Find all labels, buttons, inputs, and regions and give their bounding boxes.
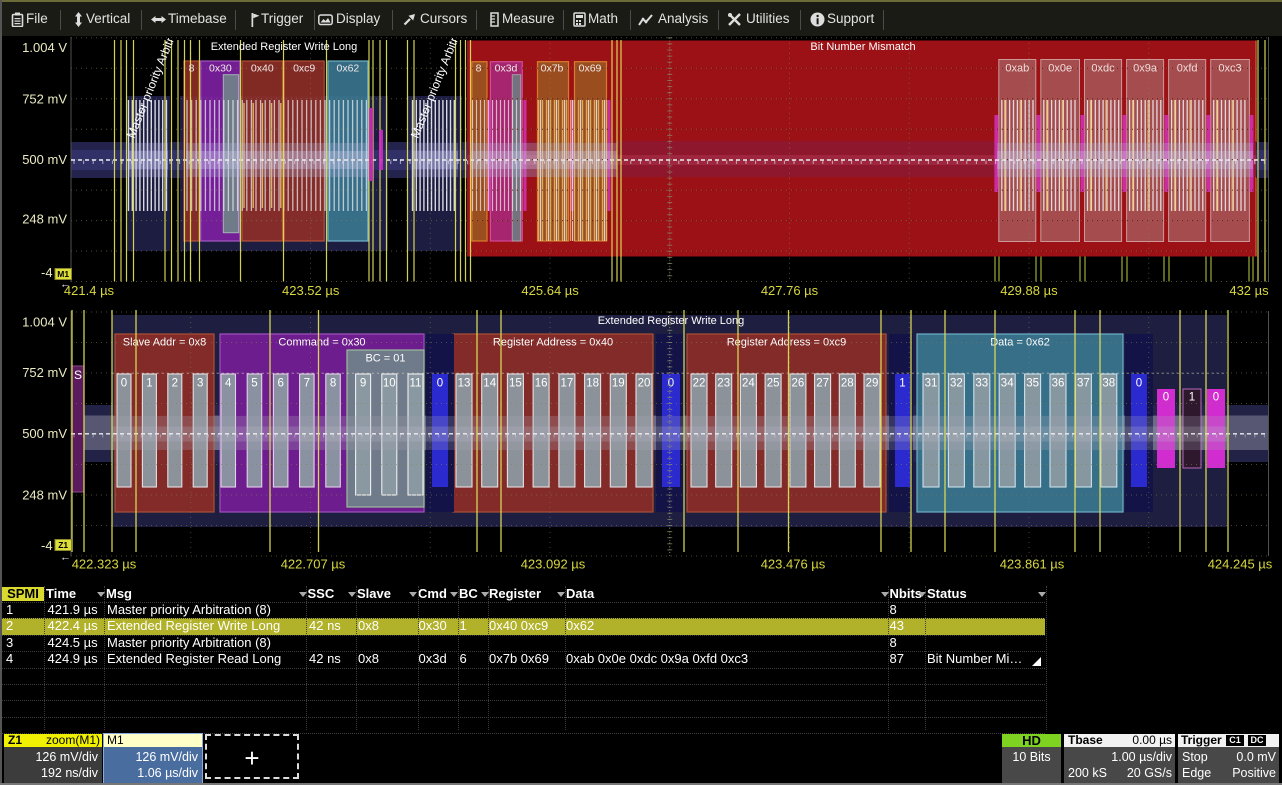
svg-text:16: 16 [535,378,548,390]
svg-text:4: 4 [225,378,232,390]
svg-text:0: 0 [1213,392,1219,404]
svg-text:14: 14 [483,378,496,390]
svg-text:0x69: 0x69 [579,63,602,75]
svg-text:26: 26 [792,378,805,390]
svg-text:19: 19 [612,378,625,390]
svg-text:1.004 V: 1.004 V [22,40,67,55]
svg-text:1: 1 [146,378,152,390]
svg-text:Bit Number Mismatch: Bit Number Mismatch [810,41,915,53]
svg-text:752 mV: 752 mV [22,92,67,107]
svg-text:500 mV: 500 mV [22,152,67,167]
svg-text:421.4 µs: 421.4 µs [64,283,115,298]
svg-text:423.476 µs: 423.476 µs [761,557,826,572]
svg-text:422.323 µs: 422.323 µs [72,557,137,572]
svg-text:8: 8 [330,378,336,390]
svg-text:0xc9: 0xc9 [293,63,315,75]
svg-text:248 mV: 248 mV [22,212,67,227]
svg-text:25: 25 [767,378,780,390]
svg-text:0x62: 0x62 [337,63,360,75]
svg-text:423.092 µs: 423.092 µs [521,557,586,572]
svg-text:33: 33 [975,378,988,390]
svg-text:9: 9 [360,378,366,390]
svg-text:32: 32 [950,378,963,390]
svg-text:10: 10 [383,378,396,390]
svg-text:37: 37 [1077,378,1090,390]
svg-text:427.76 µs: 427.76 µs [761,283,819,298]
svg-text:429.88 µs: 429.88 µs [1000,283,1058,298]
svg-text:0x40: 0x40 [251,63,274,75]
svg-text:13: 13 [458,378,471,390]
svg-text:8: 8 [189,63,195,75]
svg-text:S: S [74,368,82,382]
svg-text:0x30: 0x30 [209,63,232,75]
svg-text:BC = 01: BC = 01 [365,353,405,365]
svg-text:423.861 µs: 423.861 µs [1000,557,1065,572]
svg-text:←: ← [60,552,71,564]
svg-text:0xdc: 0xdc [1091,63,1115,75]
svg-text:1: 1 [899,378,905,390]
svg-text:20: 20 [638,378,651,390]
svg-text:18: 18 [586,378,599,390]
svg-text:8: 8 [476,63,482,75]
svg-text:23: 23 [717,378,730,390]
svg-text:424.245 µs: 424.245 µs [1208,557,1273,572]
svg-text:432 µs: 432 µs [1229,283,1269,298]
svg-text:22: 22 [693,378,706,390]
svg-text:500 mV: 500 mV [22,426,67,441]
svg-text:0x3d: 0x3d [495,63,518,75]
svg-text:2: 2 [172,378,178,390]
svg-text:31: 31 [925,378,938,390]
svg-text:Register Address = 0x40: Register Address = 0x40 [493,337,613,349]
svg-text:425.64 µs: 425.64 µs [521,283,579,298]
svg-text:15: 15 [509,378,522,390]
svg-text:7: 7 [304,378,310,390]
svg-text:0x0e: 0x0e [1048,63,1072,75]
svg-text:0xfd: 0xfd [1177,63,1198,75]
svg-text:752 mV: 752 mV [22,365,67,380]
svg-text:36: 36 [1052,378,1065,390]
svg-text:0: 0 [121,378,127,390]
svg-text:1: 1 [1189,392,1195,404]
svg-text:Data = 0x62: Data = 0x62 [990,337,1050,349]
svg-text:1.004 V: 1.004 V [22,315,67,330]
svg-text:0: 0 [437,378,443,390]
svg-text:34: 34 [1001,378,1014,390]
svg-text:29: 29 [866,378,879,390]
svg-text:5: 5 [251,378,257,390]
svg-text:35: 35 [1026,378,1039,390]
svg-text:28: 28 [841,378,854,390]
svg-text:Z1: Z1 [58,540,68,550]
svg-text:0xab: 0xab [1005,63,1029,75]
svg-text:0: 0 [1163,392,1169,404]
svg-text:248 mV: 248 mV [22,488,67,503]
svg-text:6: 6 [277,378,283,390]
svg-text:Slave Addr = 0x8: Slave Addr = 0x8 [123,337,206,349]
svg-text:0x9a: 0x9a [1133,63,1158,75]
svg-text:0xc3: 0xc3 [1218,63,1241,75]
svg-text:Extended Register Write Long: Extended Register Write Long [211,41,358,53]
svg-text:0: 0 [1136,378,1142,390]
svg-text:17: 17 [561,378,574,390]
svg-text:423.52 µs: 423.52 µs [282,283,340,298]
svg-text:422.707 µs: 422.707 µs [281,557,346,572]
svg-text:11: 11 [410,378,422,390]
svg-text:3: 3 [197,378,203,390]
svg-text:Extended Register Write Long: Extended Register Write Long [598,315,745,327]
svg-text:27: 27 [816,378,829,390]
svg-text:38: 38 [1102,378,1115,390]
svg-text:0x7b: 0x7b [541,63,564,75]
svg-text:24: 24 [742,378,755,390]
